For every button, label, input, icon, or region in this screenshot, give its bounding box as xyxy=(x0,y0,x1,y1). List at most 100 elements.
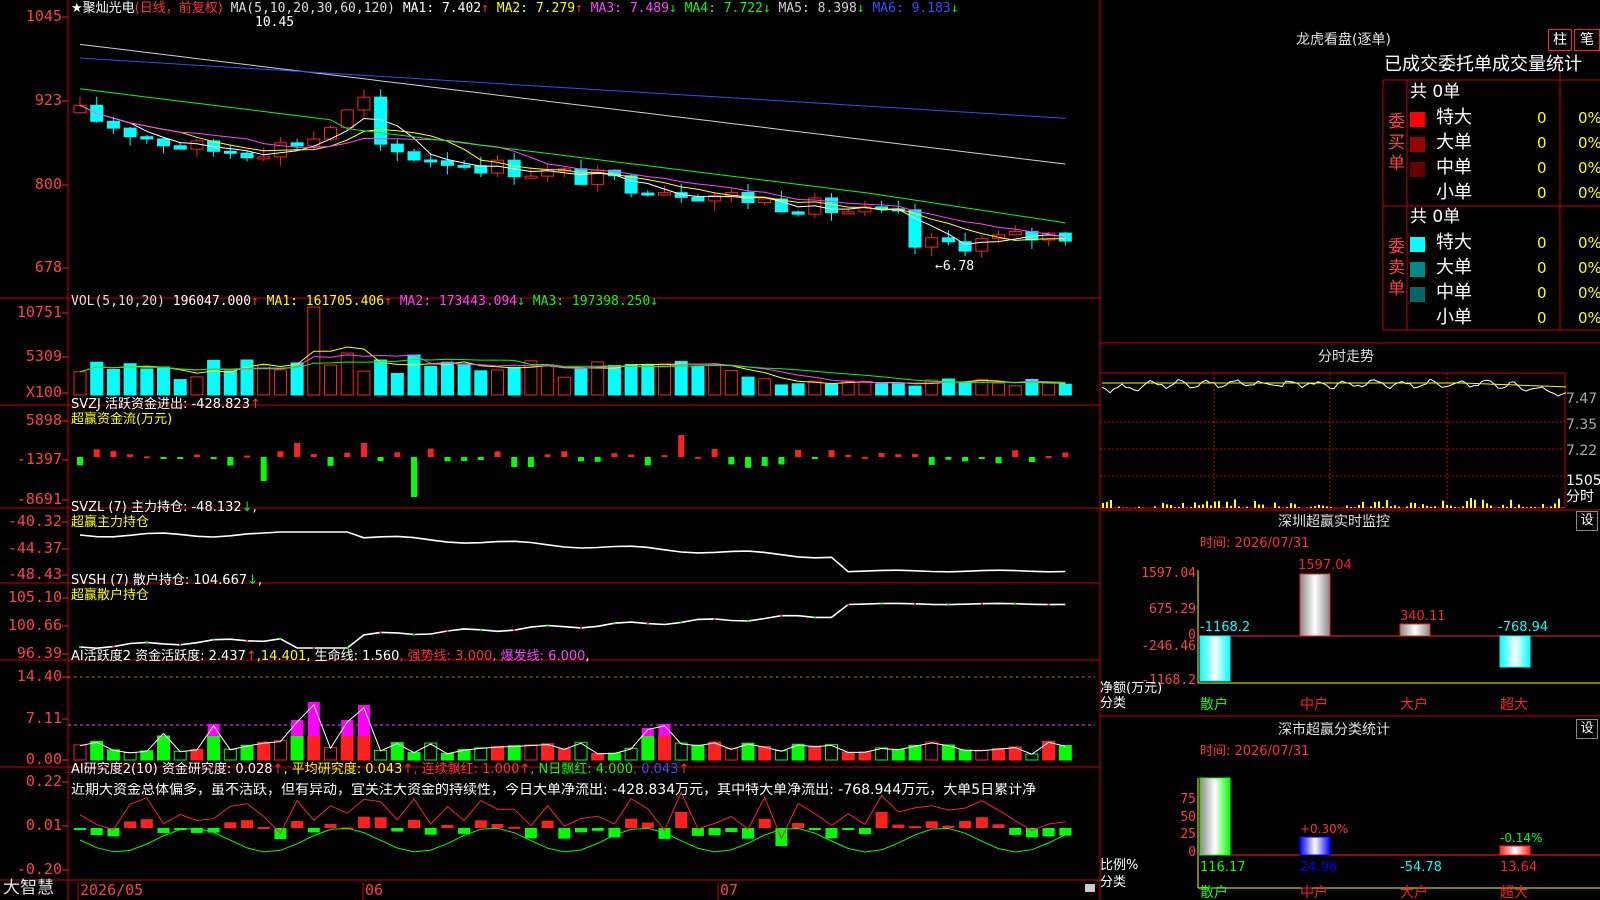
svzl-subtitle: 超赢主力持仓 xyxy=(71,515,150,530)
sz-monitor-category: 散户 xyxy=(1200,697,1228,713)
volume-legend-item: 196047.000 xyxy=(164,294,252,309)
sz-class-category: 超大 xyxy=(1500,885,1528,900)
intraday-price-line xyxy=(1101,378,1567,397)
low-price-label: ←6.78 xyxy=(935,259,975,274)
sz-class-pct: +0.30% xyxy=(1300,822,1349,836)
intraday-volume-bar xyxy=(1210,505,1212,508)
intraday-volume-bar xyxy=(1174,507,1176,508)
date-label: 2026/05 xyxy=(80,881,144,899)
intraday-volume-bar xyxy=(1382,506,1384,508)
longhu-side-label: 委卖单 xyxy=(1388,237,1405,299)
intraday-volume-bar xyxy=(1466,500,1468,508)
axis-tick-label: X100 xyxy=(25,383,62,401)
intraday-volume-bar xyxy=(1534,507,1536,508)
sz-monitor-bar xyxy=(1499,635,1531,668)
axis-tick-label: 105.10 xyxy=(7,588,62,606)
ai-activity-legend-item: ↑ xyxy=(245,649,257,664)
sz-class-axis-label: 0 xyxy=(1188,845,1196,860)
sz-monitor-category: 中户 xyxy=(1300,697,1328,713)
intraday-volume-bar xyxy=(1426,505,1428,508)
axis-tick-label: 923 xyxy=(34,91,62,109)
brand-logo: 大智慧 xyxy=(3,878,54,898)
axis-tick-label: -48.43 xyxy=(7,565,62,583)
ma-legend-item: ↑ xyxy=(481,1,489,16)
intraday-volume-bar xyxy=(1414,502,1416,508)
sz-class-bar xyxy=(1499,845,1531,856)
volume-legend-item: ↓ xyxy=(650,294,659,309)
intraday-axis-label: 7.47 xyxy=(1566,391,1598,407)
longhu-row-name: 大单 xyxy=(1436,257,1472,278)
longhu-color-swatch xyxy=(1410,262,1425,277)
sz-monitor-value: -1168.2 xyxy=(1200,620,1251,635)
intraday-volume-bar xyxy=(1410,502,1412,508)
intraday-volume-bar xyxy=(1546,507,1548,508)
longhu-row-value: 0 xyxy=(1537,234,1547,252)
sz-class-settings-button[interactable]: 设 xyxy=(1576,719,1598,739)
intraday-volume-bar xyxy=(1462,506,1464,508)
axis-tick-label: -40.32 xyxy=(7,512,62,530)
axis-tick-label: 0.01 xyxy=(25,816,62,834)
intraday-volume-bar xyxy=(1162,503,1164,508)
ma-legend-item: MA2: 7.279 xyxy=(488,1,576,16)
sz-class-title: 深市超赢分类统计 xyxy=(1278,722,1390,738)
longhu-color-swatch xyxy=(1410,237,1425,252)
intraday-volume-bar xyxy=(1374,502,1376,508)
intraday-volume-bar xyxy=(1390,506,1392,508)
longhu-row-value: 0 xyxy=(1537,109,1547,127)
longhu-color-swatch xyxy=(1410,162,1425,177)
svzj-legend-item: ↑ xyxy=(249,397,261,412)
intraday-volume-bar xyxy=(1378,501,1380,508)
axis-tick-label: 800 xyxy=(34,175,62,193)
ai-research-legend-item: ↑ xyxy=(678,762,690,777)
svsh-legend-item: ↓ xyxy=(247,573,259,588)
app-window: { "stock":{"name":"★聚灿光电","period":"(日线，… xyxy=(0,0,1600,900)
volume-legend-item: ↓ xyxy=(517,294,525,309)
tick-view-button[interactable]: 笔 xyxy=(1574,29,1600,51)
axis-tick-label: -8691 xyxy=(16,490,62,508)
longhu-row-value: 0 xyxy=(1537,134,1547,152)
intraday-volume-bar xyxy=(1310,506,1312,508)
high-price-label: 10.45 xyxy=(255,15,295,30)
ma-legend: MA(5,10,20,30,60,120) MA1: 7.402↑ MA2: 7… xyxy=(231,1,959,16)
intraday-volume-bar xyxy=(1474,499,1476,508)
intraday-volume-bar xyxy=(1314,506,1316,508)
intraday-axis-label: 分时 xyxy=(1566,489,1594,505)
volume-legend-item: MA1: 161705.406 xyxy=(258,294,385,309)
sz-monitor-bar xyxy=(1299,573,1331,637)
intraday-volume-bar xyxy=(1226,501,1228,508)
ma-legend-item: MA(5,10,20,30,60,120) xyxy=(230,1,396,16)
column-view-button[interactable]: 柱 xyxy=(1548,29,1572,51)
ai-research-legend-item: ↑ xyxy=(272,762,284,777)
ai-activity-legend-item: ,14.401 xyxy=(256,649,307,664)
longhu-row-name: 中单 xyxy=(1436,282,1472,303)
lock-icon[interactable] xyxy=(1085,884,1095,892)
svzj-legend-item: SVZJ 活跃资金进出: -428.823 xyxy=(71,397,250,412)
intraday-volume-bar xyxy=(1206,501,1208,508)
intraday-volume-bar xyxy=(1290,503,1292,508)
axis-tick-label: 0.22 xyxy=(25,772,62,790)
intraday-volume-bar xyxy=(1298,507,1300,508)
longhu-row-percent: 0% xyxy=(1578,134,1600,152)
ai-research-legend-item: , 0.043 xyxy=(632,762,679,777)
intraday-volume-bar xyxy=(1362,501,1364,508)
intraday-volume-bar xyxy=(1154,506,1156,508)
intraday-volume-bar xyxy=(1262,504,1264,508)
sz-class-value: 116.17 xyxy=(1200,860,1246,875)
intraday-volume-bar xyxy=(1522,507,1524,508)
longhu-total: 共 0单 xyxy=(1410,82,1461,102)
volume-legend-item: ↑ xyxy=(251,294,259,309)
intraday-volume-bar xyxy=(1554,503,1556,508)
intraday-volume-bar xyxy=(1234,499,1236,508)
longhu-row-percent: 0% xyxy=(1578,159,1600,177)
sz-monitor-settings-button[interactable]: 设 xyxy=(1576,511,1598,531)
longhu-row-percent: 0% xyxy=(1578,284,1600,302)
sz-monitor-axis-label: -246.46 xyxy=(1141,639,1196,654)
intraday-volume-bar xyxy=(1318,504,1320,508)
intraday-volume-bar xyxy=(1406,506,1408,508)
longhu-row-value: 0 xyxy=(1537,184,1547,202)
axis-tick-label: 14.40 xyxy=(16,667,62,685)
intraday-volume-bar xyxy=(1442,500,1444,508)
intraday-volume-bar xyxy=(1386,500,1388,508)
sz-class-value: -54.78 xyxy=(1400,860,1442,875)
longhu-row-name: 大单 xyxy=(1436,132,1472,153)
